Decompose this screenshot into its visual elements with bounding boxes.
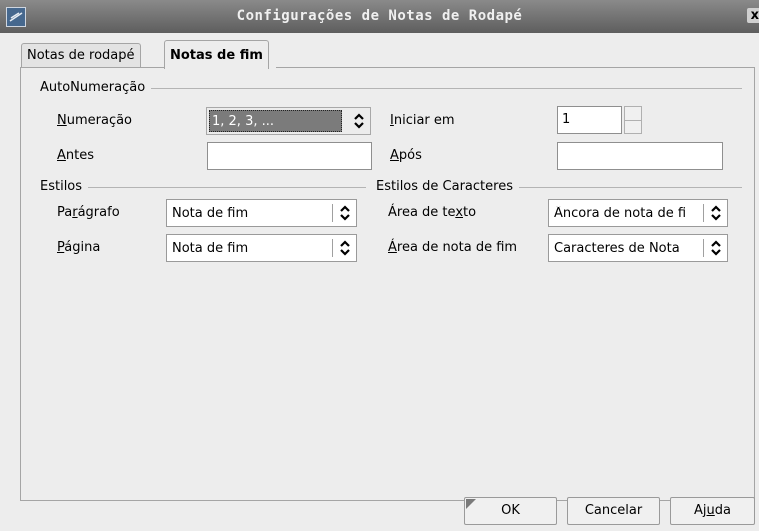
help-button[interactable]: Ajuda [670,497,755,525]
paragraph-style-select[interactable]: Nota de fim [166,199,357,227]
cancel-button[interactable]: Cancelar [567,497,660,525]
numbering-select[interactable]: 1, 2, 3, ... [206,107,371,135]
start-at-label: Iniciar em [390,113,455,128]
after-input[interactable] [557,142,723,170]
default-corner-icon [466,499,476,509]
updown-arrows-icon [338,238,352,258]
tab-panel [20,67,755,501]
start-at-input[interactable]: 1 [557,106,622,134]
updown-arrows-icon [352,111,366,131]
updown-arrows-icon [709,238,723,258]
section-autonumbering: AutoNumeração [40,80,742,96]
updown-arrows-icon [709,203,723,223]
endnote-area-style-select[interactable]: Caracteres de Nota [548,234,728,262]
tab-endnotes[interactable]: Notas de fim [164,40,269,69]
close-icon[interactable]: x [746,8,759,23]
page-style-select[interactable]: Nota de fim [166,234,357,262]
ok-button[interactable]: OK [464,497,557,525]
spin-buttons[interactable] [624,106,642,134]
section-styles: Estilos [40,179,366,195]
numbering-label: Numeração [57,113,133,128]
before-input[interactable] [207,142,372,170]
window-title: Configurações de Notas de Rodapé [236,8,523,24]
after-label: Após [390,148,422,163]
page-label: Página [57,240,101,255]
before-label: Antes [57,148,95,163]
endnote-area-label: Área de nota de fim [388,240,518,255]
title-bar: Configurações de Notas de Rodapé x [0,0,759,33]
paragraph-label: Parágrafo [57,205,120,220]
section-char-styles: Estilos de Caracteres [376,179,742,195]
text-area-style-select[interactable]: Âncora de nota de fi [548,199,728,227]
tab-footnotes[interactable]: Notas de rodapé [21,43,141,68]
text-area-label: Área de texto [388,205,477,220]
updown-arrows-icon [338,203,352,223]
